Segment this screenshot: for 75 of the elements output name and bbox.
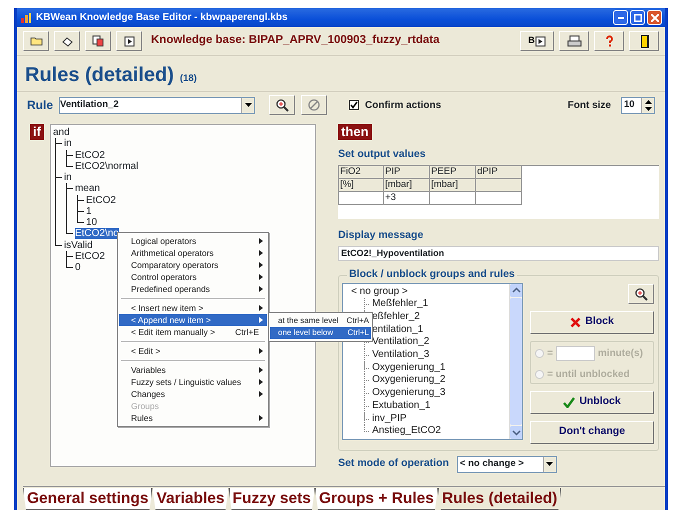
menu-item[interactable]: < Append new item > — [119, 314, 267, 326]
rule-item[interactable]: entilation_1 — [372, 324, 424, 335]
display-message-title: Display message — [338, 228, 424, 243]
minutes-label: minute(s) — [598, 346, 643, 360]
knowledge-base-label: Knowledge base: BIPAP_APRV_100903_fuzzy_rtdata — [151, 33, 440, 48]
table-cell: +3 — [384, 192, 430, 205]
tab[interactable]: Fuzzy sets — [228, 488, 315, 510]
then-label: then — [338, 124, 372, 140]
if-label: if — [30, 124, 44, 140]
rule-item[interactable]: inv_PIP — [372, 412, 407, 424]
tab[interactable]: Variables — [152, 488, 229, 510]
table-cell: [mbar] — [384, 178, 430, 192]
rule-select[interactable]: Ventilation_2 — [59, 96, 256, 114]
rule-item[interactable]: Ventilation_2 — [372, 336, 430, 348]
tree-item[interactable]: EtCO2 — [74, 150, 105, 160]
rule-item[interactable]: Oxygenierung_2 — [372, 374, 446, 386]
tree-item[interactable]: mean — [74, 183, 100, 194]
tab[interactable]: Rules (detailed) — [438, 488, 562, 510]
tree-item[interactable]: isValid — [64, 240, 93, 250]
menu-item[interactable]: one level below Ctrl+L — [270, 327, 371, 339]
rule-item[interactable]: Oxygenierung_3 — [372, 387, 446, 398]
table-cell: [mbar] — [430, 178, 476, 192]
message-field[interactable]: EtCO2!_Hypoventilation — [338, 246, 659, 260]
rule-item[interactable]: Ventilation_3 — [372, 349, 430, 360]
tree-item[interactable]: EtCO2 — [86, 194, 116, 206]
menu-item[interactable]: Logical operators — [119, 235, 267, 247]
book-button[interactable]: B — [520, 31, 554, 51]
menu-item[interactable]: Predefined operands — [119, 283, 267, 295]
menu-item[interactable]: Comparatory operators — [119, 259, 267, 271]
tree-item[interactable]: EtCO2\no — [74, 228, 119, 240]
tab[interactable]: General settings — [23, 488, 152, 510]
menu-item[interactable]: Arithmetical operators — [119, 247, 267, 259]
tree-item[interactable]: in — [64, 172, 72, 183]
tree-item[interactable]: and — [52, 127, 70, 138]
menu-item[interactable]: Control operators — [119, 271, 267, 283]
tree-item[interactable]: 1 — [86, 206, 92, 217]
confirm-label: Confirm actions — [365, 98, 442, 112]
menu-item[interactable]: Rules — [119, 412, 267, 424]
rule-item[interactable]: Meßfehler_1 — [372, 298, 428, 310]
rule-label: Rule — [27, 97, 54, 114]
menu-item[interactable]: < Edit > — [119, 345, 267, 357]
column-header: dPIP — [476, 166, 522, 179]
option-label: = — [547, 346, 553, 360]
tree-item[interactable]: 10 — [86, 217, 98, 228]
window-title: KBWean Knowledge Base Editor - kbwpaperengl.kbs — [36, 11, 288, 25]
dont-change-button[interactable]: Don't change — [530, 420, 654, 444]
block-title: Block / unblock groups and rules — [347, 266, 517, 282]
column-header: FiO2 — [338, 166, 384, 179]
rule-item[interactable]: eßfehler_2 — [372, 310, 420, 322]
font-size-label: Font size — [568, 98, 611, 112]
font-size-spinner[interactable]: 10 — [621, 96, 655, 114]
tree-item[interactable]: 0 — [74, 262, 81, 273]
rule-item[interactable]: Anstieg_EtCO2 — [372, 425, 441, 436]
table-cell: [%] — [338, 178, 384, 192]
menu-item[interactable]: Variables — [119, 364, 267, 376]
mode-select[interactable]: < no change > — [456, 456, 557, 472]
menu-item[interactable]: Changes — [119, 388, 267, 400]
output-values-title: Set output values — [338, 147, 427, 162]
mode-label: Set mode of operation — [338, 456, 449, 472]
column-header: PEEP — [430, 166, 476, 179]
block-button[interactable]: Block — [530, 310, 654, 334]
tree-item[interactable]: EtCO2 — [74, 250, 105, 262]
page-title: Rules (detailed) — [25, 63, 174, 88]
rule-item[interactable]: Extubation_1 — [372, 400, 430, 411]
menu-item[interactable]: < Edit item manually > Ctrl+E — [119, 326, 267, 338]
unblock-button[interactable]: Unblock — [530, 390, 654, 414]
rule-item[interactable]: Oxygenierung_1 — [372, 362, 446, 373]
option-label: = until unblocked — [547, 368, 630, 382]
menu-item[interactable]: Fuzzy sets / Linguistic values — [119, 376, 267, 388]
group-item[interactable]: < no group > — [351, 286, 408, 296]
column-header: PIP — [384, 166, 430, 179]
rule-count: (18) — [180, 72, 197, 86]
tree-item[interactable]: EtCO2\normal — [74, 160, 138, 172]
tree-item[interactable]: in — [64, 138, 72, 150]
tab[interactable]: Groups + Rules — [314, 488, 438, 510]
